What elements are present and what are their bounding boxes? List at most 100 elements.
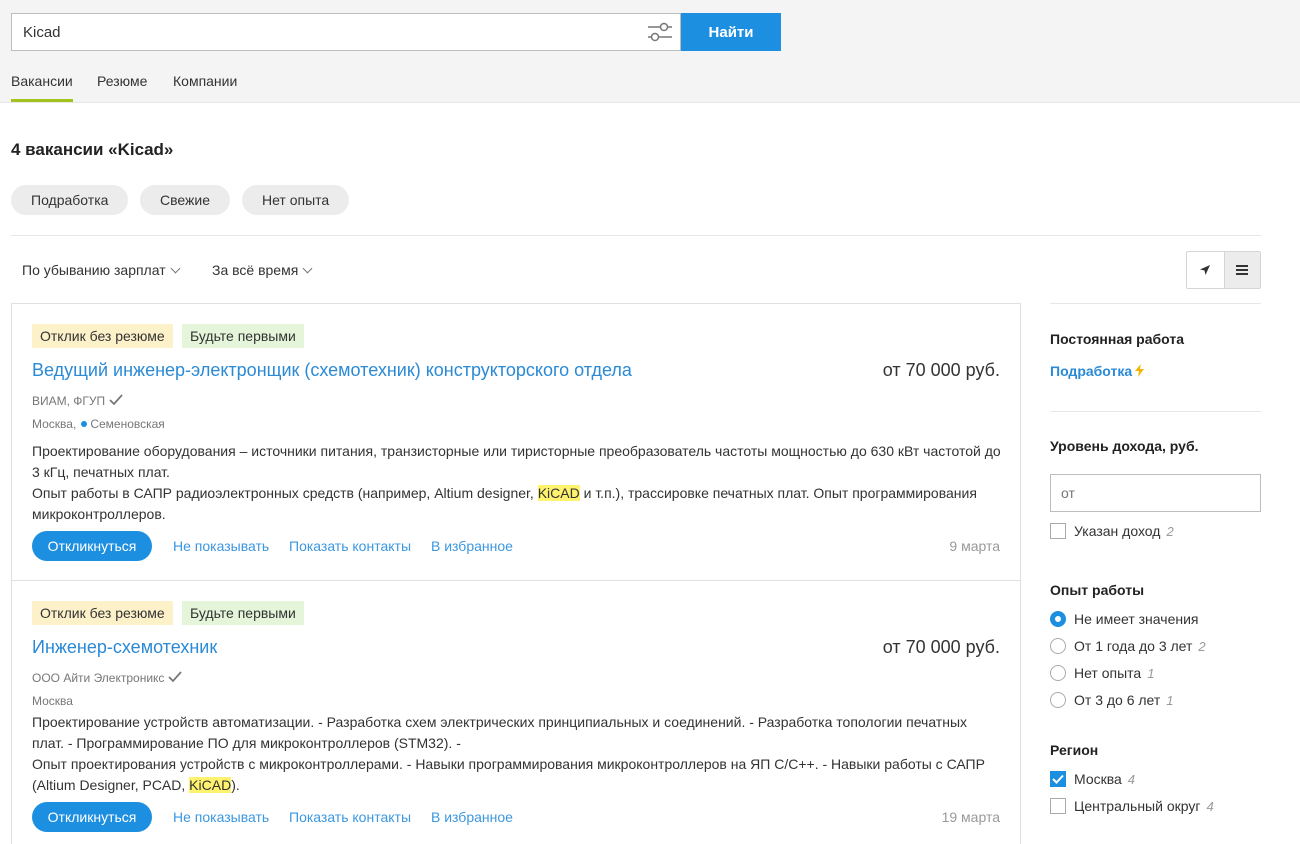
- vacancy-title[interactable]: Инженер-схемотехник: [32, 637, 217, 658]
- income-specified-checkbox[interactable]: Указан доход 2: [1050, 523, 1174, 539]
- list-icon: [1236, 265, 1249, 275]
- add-to-favorites-link[interactable]: В избранное: [431, 538, 513, 554]
- part-time-link[interactable]: Подработка: [1050, 363, 1145, 379]
- keyword-highlight: KiCAD: [189, 777, 232, 793]
- vacancy-responsibilities: Проектирование устройств автоматизации. …: [32, 714, 968, 751]
- radio-button[interactable]: [1050, 638, 1066, 654]
- hide-vacancy-link[interactable]: Не показывать: [173, 538, 269, 554]
- option-label: Москва: [1074, 771, 1122, 787]
- keyword-highlight: KiCAD: [537, 485, 580, 501]
- experience-option[interactable]: От 1 года до 3 лет 2: [1050, 638, 1206, 654]
- sort-period-label: За всё время: [212, 262, 299, 278]
- option-count: 4: [1127, 771, 1136, 787]
- option-label: Нет опыта: [1074, 665, 1142, 681]
- experience-option[interactable]: Не имеет значения: [1050, 611, 1198, 627]
- region-option[interactable]: Центральный округ 4: [1050, 798, 1214, 814]
- search-input[interactable]: [12, 14, 632, 50]
- find-button[interactable]: Найти: [681, 13, 781, 51]
- badge-no-resume: Отклик без резюме: [32, 601, 173, 625]
- filter-chip-part-time[interactable]: Подработка: [11, 185, 129, 215]
- region-title: Регион: [1050, 742, 1099, 758]
- metro-icon: [81, 421, 88, 427]
- experience-option[interactable]: От 3 до 6 лет 1: [1050, 692, 1174, 708]
- vacancy-date: 19 марта: [941, 809, 1000, 825]
- option-count: 2: [1166, 523, 1174, 539]
- company-name: ВИАМ, ФГУП: [32, 394, 106, 408]
- vacancy-list: Отклик без резюме Будьте первыми Ведущий…: [11, 303, 1021, 844]
- sort-period-dropdown[interactable]: За всё время: [212, 262, 313, 278]
- vacancy-salary: от 70 000 руб.: [882, 360, 1000, 380]
- apply-button[interactable]: Откликнуться: [32, 531, 152, 561]
- option-count: 4: [1206, 798, 1214, 814]
- vacancy-location: Москва, Семеновская: [32, 417, 165, 431]
- checkmark-icon: [1052, 774, 1064, 784]
- divider: [12, 580, 1020, 581]
- checkbox[interactable]: [1050, 771, 1066, 787]
- experience-option[interactable]: Нет опыта 1: [1050, 665, 1154, 681]
- vacancy-requirements: Опыт проектирования устройств с микрокон…: [32, 754, 1002, 796]
- list-view-button[interactable]: [1223, 252, 1260, 288]
- verified-check-icon: [168, 671, 183, 683]
- tab-resumes[interactable]: Резюме: [97, 73, 147, 102]
- badge-be-first: Будьте первыми: [182, 324, 304, 348]
- vacancy-location: Москва: [32, 694, 73, 708]
- metro-station: Семеновская: [90, 417, 165, 431]
- requirements-text: Опыт проектирования устройств с микрокон…: [32, 756, 985, 793]
- checkbox[interactable]: [1050, 798, 1066, 814]
- vacancy-requirements: Опыт работы в САПР радиоэлектронных сред…: [32, 483, 1002, 525]
- experience-title: Опыт работы: [1050, 582, 1145, 598]
- filter-chip-no-experience[interactable]: Нет опыта: [242, 185, 350, 215]
- vacancy-responsibilities: Проектирование оборудования – источники …: [32, 443, 1001, 480]
- option-label: Центральный округ: [1074, 798, 1201, 814]
- option-count: 1: [1147, 665, 1155, 681]
- show-contacts-link[interactable]: Показать контакты: [289, 538, 411, 554]
- header: Найти Вакансии Резюме Компании: [0, 0, 1300, 103]
- map-view-button[interactable]: [1187, 252, 1224, 288]
- sort-order-label: По убыванию зарплат: [22, 262, 166, 278]
- tab-vacancies[interactable]: Вакансии: [11, 73, 73, 102]
- requirements-text: Опыт работы в САПР радиоэлектронных сред…: [32, 485, 538, 501]
- vacancy-date: 9 марта: [949, 538, 1000, 554]
- city: Москва,: [32, 417, 77, 431]
- view-toggle: [1186, 251, 1261, 289]
- filter-chip-fresh[interactable]: Свежие: [140, 185, 230, 215]
- lightning-icon: [1135, 364, 1145, 377]
- add-to-favorites-link[interactable]: В избранное: [431, 809, 513, 825]
- vacancy-salary: от 70 000 руб.: [882, 637, 1000, 657]
- option-label: От 1 года до 3 лет: [1074, 638, 1193, 654]
- results-title: 4 вакансии «Kicad»: [11, 140, 174, 159]
- divider: [1050, 411, 1261, 412]
- income-input[interactable]: [1050, 474, 1261, 512]
- part-time-label: Подработка: [1050, 363, 1133, 379]
- vacancy-company[interactable]: ВИАМ, ФГУП: [32, 394, 123, 408]
- option-label: От 3 до 6 лет: [1074, 692, 1161, 708]
- show-contacts-link[interactable]: Показать контакты: [289, 809, 411, 825]
- divider: [11, 235, 1261, 236]
- region-option[interactable]: Москва 4: [1050, 771, 1135, 787]
- divider: [1050, 303, 1261, 304]
- verified-check-icon: [109, 394, 123, 406]
- city: Москва: [32, 694, 73, 708]
- sort-order-dropdown[interactable]: По убыванию зарплат: [22, 262, 181, 278]
- tab-companies[interactable]: Компании: [173, 73, 237, 102]
- requirements-text: ).: [231, 777, 240, 793]
- chevron-down-icon: [170, 263, 181, 274]
- radio-button[interactable]: [1050, 611, 1066, 627]
- hide-vacancy-link[interactable]: Не показывать: [173, 809, 269, 825]
- company-name: ООО Айти Электроникс: [32, 671, 165, 685]
- chevron-down-icon: [302, 263, 313, 274]
- radio-button[interactable]: [1050, 665, 1066, 681]
- vacancy-title[interactable]: Ведущий инженер-электронщик (схемотехник…: [32, 360, 632, 381]
- option-label: Указан доход: [1074, 523, 1161, 539]
- radio-button[interactable]: [1050, 692, 1066, 708]
- badge-no-resume: Отклик без резюме: [32, 324, 173, 348]
- badge-be-first: Будьте первыми: [182, 601, 304, 625]
- location-arrow-icon: [1200, 265, 1211, 275]
- employment-type-title: Постоянная работа: [1050, 331, 1185, 347]
- checkbox[interactable]: [1050, 523, 1066, 539]
- search-box: [11, 13, 681, 51]
- vacancy-company[interactable]: ООО Айти Электроникс: [32, 671, 183, 685]
- filter-settings-icon[interactable]: [646, 21, 674, 43]
- apply-button[interactable]: Откликнуться: [32, 802, 152, 832]
- income-title: Уровень дохода, руб.: [1050, 438, 1199, 454]
